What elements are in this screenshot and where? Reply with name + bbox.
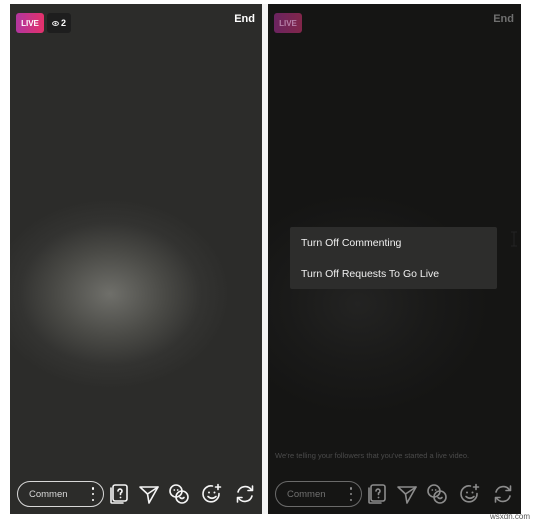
status-notice: We're telling your followers that you've… (275, 451, 470, 460)
face-filter-icon[interactable] (200, 482, 224, 506)
question-sticker-icon[interactable] (107, 482, 131, 506)
more-options-icon[interactable] (348, 487, 354, 501)
options-menu: Turn Off Commenting Turn Off Requests To… (290, 227, 497, 289)
question-sticker-icon[interactable] (365, 482, 389, 506)
viewer-count-badge[interactable]: 2 (47, 13, 71, 33)
watermark: wsxdn.com (489, 512, 530, 521)
viewer-count: 2 (60, 18, 66, 28)
end-button[interactable]: End (234, 13, 255, 25)
send-icon[interactable] (395, 482, 419, 506)
bottom-toolbar: Commen (10, 481, 262, 507)
guest-request-icon[interactable] (167, 482, 191, 506)
live-stream-view-right: LIVE End Turn Off Commenting Turn Off Re… (268, 4, 521, 514)
live-stream-view-left: LIVE 2 End Commen (10, 4, 262, 514)
comment-input[interactable]: Commen (17, 481, 104, 507)
switch-camera-icon[interactable] (491, 482, 515, 506)
face-filter-icon[interactable] (458, 482, 482, 506)
live-badge: LIVE (274, 13, 302, 33)
eye-icon (52, 20, 59, 26)
turn-off-commenting-option[interactable]: Turn Off Commenting (301, 237, 401, 249)
text-cursor-icon (511, 231, 517, 247)
comment-placeholder: Commen (29, 489, 68, 500)
switch-camera-icon[interactable] (233, 482, 257, 506)
guest-request-icon[interactable] (425, 482, 449, 506)
bottom-toolbar: Commen (268, 481, 521, 507)
comment-placeholder: Commen (287, 489, 326, 500)
turn-off-requests-option[interactable]: Turn Off Requests To Go Live (301, 268, 439, 280)
end-button[interactable]: End (493, 13, 514, 25)
comment-input[interactable]: Commen (275, 481, 362, 507)
more-options-icon[interactable] (90, 487, 96, 501)
send-icon[interactable] (137, 482, 161, 506)
live-badge: LIVE (16, 13, 44, 33)
